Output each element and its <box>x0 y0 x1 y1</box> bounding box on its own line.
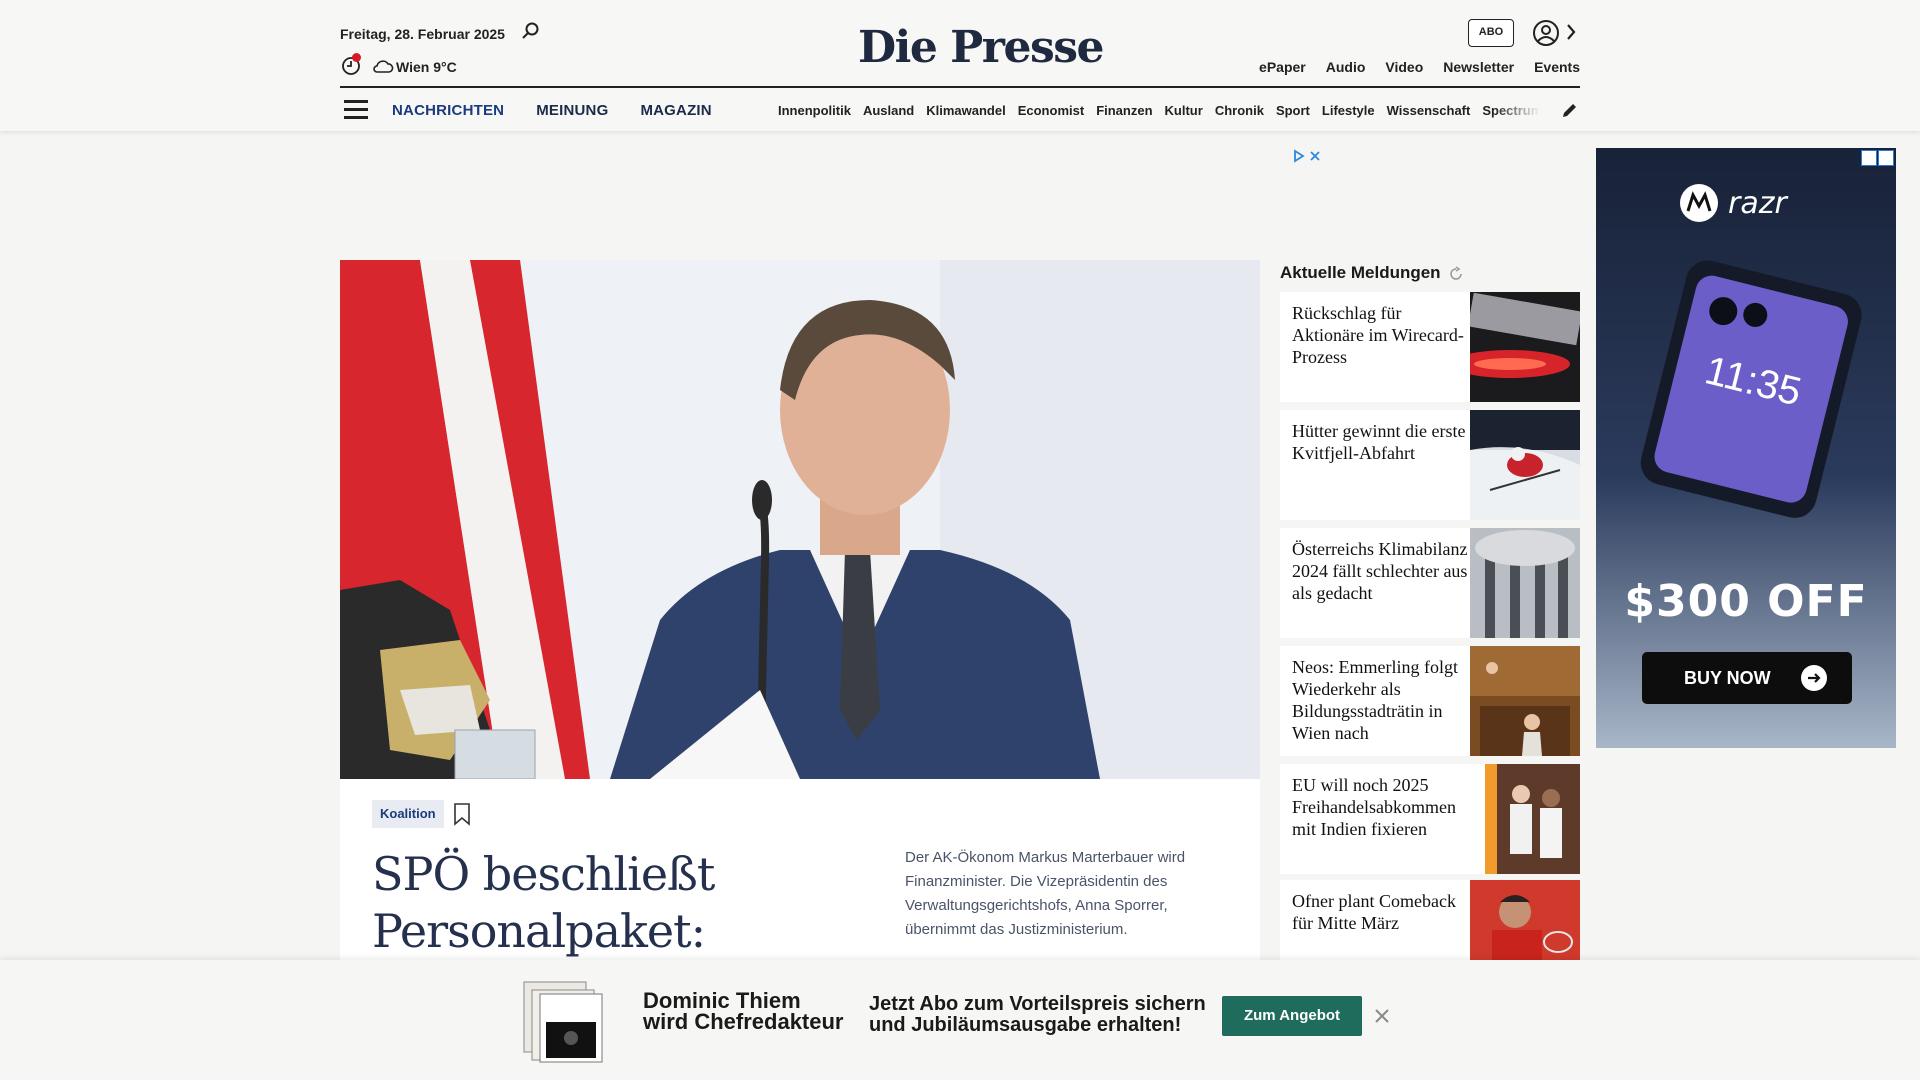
header-links: ePaper Audio Video Newsletter Events <box>1259 59 1580 75</box>
cloud-icon <box>373 60 394 73</box>
subnav-finanzen[interactable]: Finanzen <box>1096 103 1152 118</box>
lead-photo[interactable] <box>340 260 1260 779</box>
motorola-logo-icon <box>1680 184 1718 222</box>
promo-offer-line2: und Jubiläumsausgabe erhalten! <box>869 1014 1182 1036</box>
news-title[interactable]: EU will noch 2025 Freihandelsabkommen mi… <box>1292 774 1472 840</box>
refresh-icon[interactable] <box>1448 266 1464 282</box>
weather-text: Wien 9°C <box>396 59 457 75</box>
phone-image: 11:35 <box>1640 260 1862 518</box>
subnav-ausland[interactable]: Ausland <box>863 103 914 118</box>
ad-offer: $300 OFF <box>1624 576 1868 627</box>
news-item[interactable]: Rückschlag für Aktionäre im Wirecard-Pro… <box>1280 292 1580 402</box>
nav-magazin[interactable]: MAGAZIN <box>640 102 711 119</box>
arrow-right-icon <box>1800 665 1827 691</box>
news-item[interactable]: Ofner plant Comeback für Mitte März <box>1280 880 1580 960</box>
lead-teaser: Der AK-Ökonom Markus Marterbauer wird Fi… <box>905 849 1186 938</box>
link-video[interactable]: Video <box>1385 59 1423 75</box>
abo-button[interactable]: ABO <box>1468 19 1514 47</box>
news-thumbnail[interactable] <box>1470 410 1580 520</box>
subscription-promo-bar: Dominic Thiem wird Chefredakteur Jetzt A… <box>0 960 1920 1080</box>
menu-icon[interactable] <box>344 100 368 120</box>
subnav-wissenschaft[interactable]: Wissenschaft <box>1387 103 1471 118</box>
news-thumbnail[interactable] <box>1470 646 1580 756</box>
link-events[interactable]: Events <box>1534 59 1580 75</box>
user-icon[interactable] <box>1532 19 1560 47</box>
site-header: Freitag, 28. Februar 2025 Wien 9°C Die P… <box>0 0 1920 131</box>
adchoices-icon[interactable] <box>1861 150 1877 166</box>
news-title[interactable]: Rückschlag für Aktionäre im Wirecard-Pro… <box>1292 302 1472 368</box>
article-tag[interactable]: Koalition <box>372 800 444 828</box>
promo-name: Dominic Thiem wird Chefredakteur <box>643 988 844 1034</box>
buy-now-label: BUY NOW <box>1684 667 1771 688</box>
ad-controls[interactable] <box>1861 150 1894 166</box>
pen-icon[interactable] <box>1560 100 1580 120</box>
chevron-right-icon[interactable] <box>1564 22 1578 42</box>
news-title[interactable]: Ofner plant Comeback für Mitte März <box>1292 890 1472 934</box>
sidebar-title: Aktuelle Meldungen <box>1280 263 1441 282</box>
advertisement-banner[interactable]: razr 11:35 $300 OFF BUY NOW <box>1596 148 1896 748</box>
news-title[interactable]: Neos: Emmerling folgt Wiederkehr als Bil… <box>1292 656 1472 744</box>
link-audio[interactable]: Audio <box>1326 59 1366 75</box>
subnav-klimawandel[interactable]: Klimawandel <box>926 103 1005 118</box>
header-divider <box>340 86 1580 88</box>
subnav-sport[interactable]: Sport <box>1276 103 1310 118</box>
nav-meinung[interactable]: MEINUNG <box>536 102 608 119</box>
promo-offer-line1: Jetzt Abo zum Vorteilspreis sichern <box>869 993 1206 1015</box>
current-date: Freitag, 28. Februar 2025 <box>340 26 505 42</box>
news-thumbnail[interactable] <box>1470 880 1580 960</box>
close-icon[interactable] <box>1878 150 1894 166</box>
news-title[interactable]: Österreichs Klimabilanz 2024 fällt schle… <box>1292 538 1472 604</box>
subnav-economist[interactable]: Economist <box>1018 103 1084 118</box>
subnav-kultur[interactable]: Kultur <box>1165 103 1203 118</box>
news-thumbnail[interactable] <box>1470 528 1580 638</box>
bookmark-icon[interactable] <box>452 802 472 826</box>
promo-name-line2: wird Chefredakteur <box>643 1009 844 1034</box>
link-newsletter[interactable]: Newsletter <box>1443 59 1514 75</box>
sub-nav: Innenpolitik Ausland Klimawandel Economi… <box>778 103 1540 118</box>
subnav-spectrum[interactable]: Spectrum <box>1482 103 1540 118</box>
search-icon[interactable] <box>520 20 542 42</box>
main-nav: NACHRICHTEN MEINUNG MAGAZIN <box>392 102 712 119</box>
subnav-chronik[interactable]: Chronik <box>1215 103 1264 118</box>
newspaper-image <box>523 981 603 1063</box>
news-item[interactable]: Neos: Emmerling folgt Wiederkehr als Bil… <box>1280 646 1580 756</box>
subnav-lifestyle[interactable]: Lifestyle <box>1322 103 1375 118</box>
zum-angebot-button[interactable]: Zum Angebot <box>1222 996 1362 1036</box>
news-item[interactable]: Österreichs Klimabilanz 2024 fällt schle… <box>1280 528 1580 638</box>
news-thumbnail[interactable] <box>1485 764 1580 874</box>
subnav-innenpolitik[interactable]: Innenpolitik <box>778 103 851 118</box>
news-item[interactable]: Hütter gewinnt die erste Kvitfjell-Abfah… <box>1280 410 1580 520</box>
link-epaper[interactable]: ePaper <box>1259 59 1306 75</box>
promo-name-line1: Dominic Thiem <box>643 988 801 1013</box>
news-title[interactable]: Hütter gewinnt die erste Kvitfjell-Abfah… <box>1292 420 1472 464</box>
lead-article[interactable]: Koalition SPÖ beschließt Personalpaket: … <box>340 260 1260 1015</box>
ad-brand-name: razr <box>1728 185 1787 221</box>
notification-dot <box>352 53 361 62</box>
news-thumbnail[interactable] <box>1470 292 1580 402</box>
site-logo[interactable]: Die Presse <box>858 22 1104 73</box>
close-icon[interactable] <box>1372 1006 1392 1026</box>
buy-now-button[interactable]: BUY NOW <box>1642 652 1852 704</box>
nav-nachrichten[interactable]: NACHRICHTEN <box>392 102 504 119</box>
news-item[interactable]: EU will noch 2025 Freihandelsabkommen mi… <box>1280 764 1580 874</box>
promo-offer: Jetzt Abo zum Vorteilspreis sichern und … <box>869 994 1206 1036</box>
ad-brand: razr <box>1680 184 1787 222</box>
adchoices-icon[interactable] <box>1292 148 1322 164</box>
